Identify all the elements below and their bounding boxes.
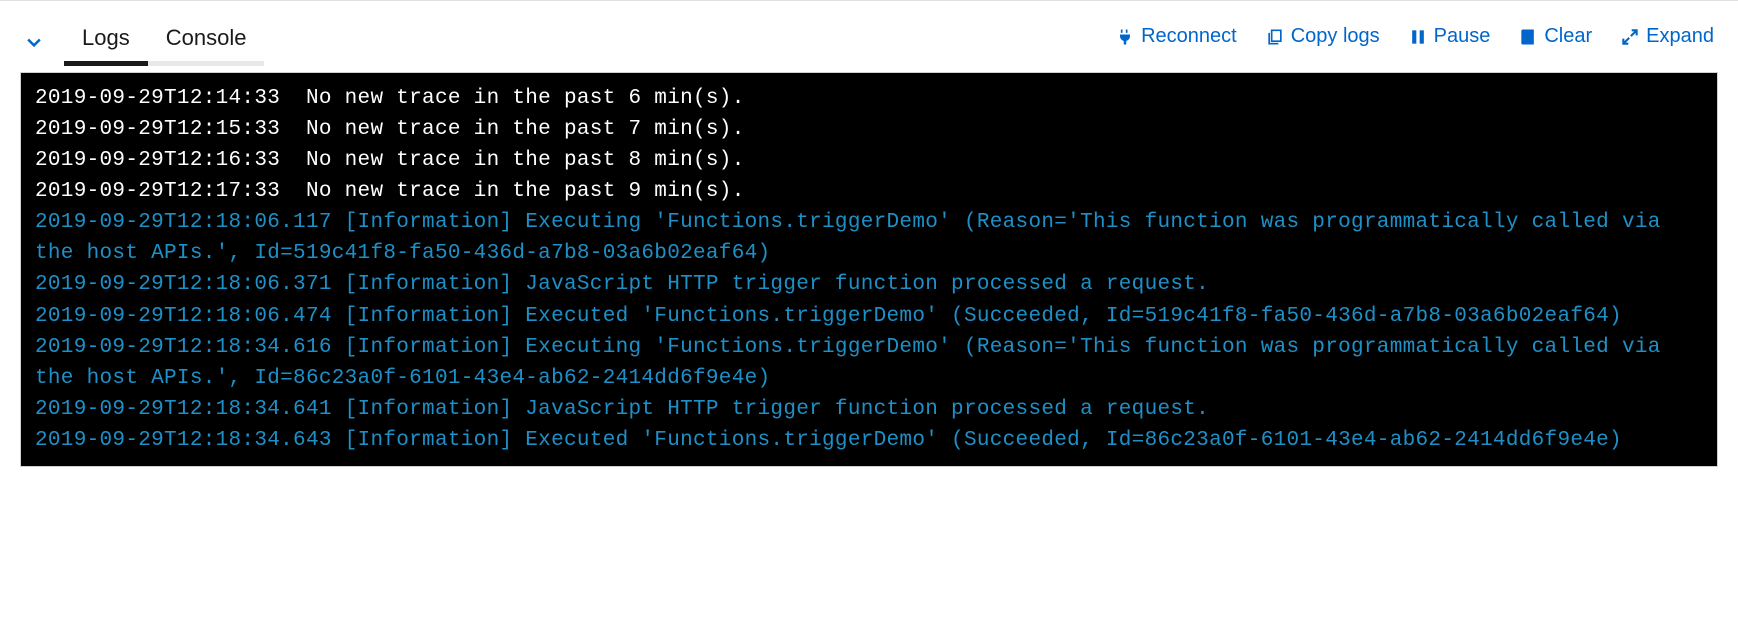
chevron-down-icon (24, 32, 44, 52)
expand-button[interactable]: Expand (1620, 25, 1714, 48)
log-line: 2019-09-29T12:18:06.117 [Information] Ex… (35, 207, 1703, 269)
top-divider (0, 0, 1738, 1)
log-output: 2019-09-29T12:14:33 No new trace in the … (20, 72, 1718, 467)
log-line: 2019-09-29T12:15:33 No new trace in the … (35, 114, 1703, 145)
log-line: 2019-09-29T12:14:33 No new trace in the … (35, 83, 1703, 114)
tab-console[interactable]: Console (148, 17, 265, 66)
reconnect-label: Reconnect (1141, 25, 1237, 48)
collapse-toggle[interactable] (24, 32, 44, 52)
pause-button[interactable]: Pause (1408, 25, 1491, 48)
log-line: 2019-09-29T12:17:33 No new trace in the … (35, 176, 1703, 207)
header-left: Logs Console (24, 17, 264, 66)
plug-icon (1115, 27, 1135, 47)
log-line: 2019-09-29T12:18:34.641 [Information] Ja… (35, 394, 1703, 425)
tabs: Logs Console (64, 17, 264, 66)
copy-logs-label: Copy logs (1291, 25, 1380, 48)
log-line: 2019-09-29T12:18:34.616 [Information] Ex… (35, 332, 1703, 394)
log-line: 2019-09-29T12:18:06.474 [Information] Ex… (35, 301, 1703, 332)
book-icon (1518, 27, 1538, 47)
log-line: 2019-09-29T12:16:33 No new trace in the … (35, 145, 1703, 176)
pause-label: Pause (1434, 25, 1491, 48)
clear-button[interactable]: Clear (1518, 25, 1592, 48)
log-line: 2019-09-29T12:18:34.643 [Information] Ex… (35, 425, 1703, 456)
expand-label: Expand (1646, 25, 1714, 48)
reconnect-button[interactable]: Reconnect (1115, 25, 1237, 48)
clear-label: Clear (1544, 25, 1592, 48)
expand-icon (1620, 27, 1640, 47)
logs-header-bar: Logs Console Reconnect Copy logs Pause (0, 5, 1738, 66)
log-line: 2019-09-29T12:18:06.371 [Information] Ja… (35, 269, 1703, 300)
header-actions: Reconnect Copy logs Pause Clear (1115, 25, 1714, 58)
copy-logs-button[interactable]: Copy logs (1265, 25, 1380, 48)
copy-icon (1265, 27, 1285, 47)
pause-icon (1408, 27, 1428, 47)
tab-logs[interactable]: Logs (64, 17, 148, 66)
